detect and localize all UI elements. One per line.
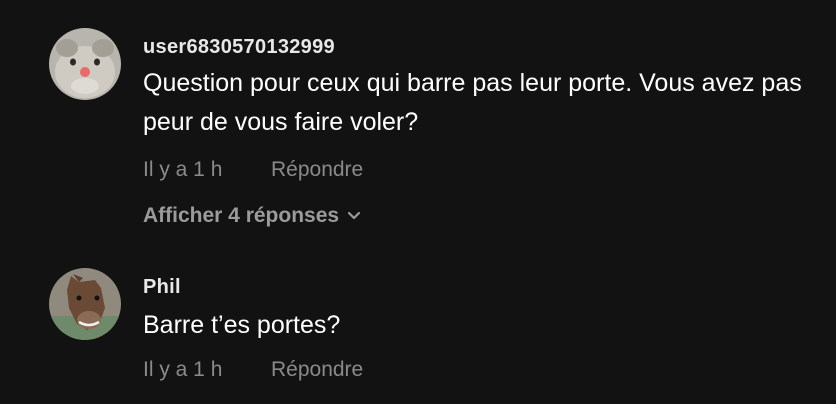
avatar[interactable] xyxy=(49,268,121,340)
horse-mask-avatar-icon xyxy=(49,268,121,340)
comment-username[interactable]: Phil xyxy=(143,276,181,299)
avatar[interactable] xyxy=(49,28,121,100)
comment-timestamp: Il y a 1 h xyxy=(143,158,223,181)
comment-item: Phil Barre t’es portes? Il y a 1 h Répon… xyxy=(0,250,836,404)
view-replies-label: Afficher 4 réponses xyxy=(143,204,340,227)
chevron-down-icon xyxy=(347,203,361,227)
comment-item: user6830570132999 Question pour ceux qui… xyxy=(0,0,836,250)
comment-text: Barre t’es portes? xyxy=(143,311,341,339)
comment-text: Question pour ceux qui barre pas leur po… xyxy=(143,69,802,136)
comment-meta: Il y a 1 h Répondre xyxy=(143,158,363,182)
comment-meta: Il y a 1 h Répondre xyxy=(143,358,363,382)
comment-username[interactable]: user6830570132999 xyxy=(143,36,335,59)
reply-button[interactable]: Répondre xyxy=(271,358,363,382)
reply-button[interactable]: Répondre xyxy=(271,158,363,182)
view-replies-button[interactable]: Afficher 4 réponses xyxy=(143,204,361,228)
plush-mouse-avatar-icon xyxy=(49,28,121,100)
comment-timestamp: Il y a 1 h xyxy=(143,358,223,381)
